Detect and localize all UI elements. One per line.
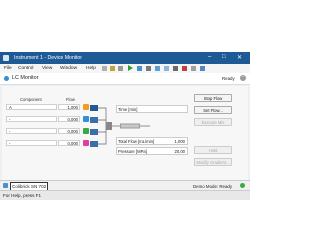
pipe-icon — [98, 107, 107, 145]
toolbar-icon[interactable] — [200, 66, 205, 71]
device-icon — [3, 183, 8, 188]
menu-help[interactable]: Help — [86, 66, 96, 71]
toolbar-icon[interactable] — [155, 66, 160, 71]
toolbar-icon[interactable] — [191, 66, 196, 71]
window-title: Instrument 1 - Device Monitor — [14, 55, 83, 61]
minimize-icon[interactable]: – — [208, 54, 211, 60]
toolbar-icon[interactable] — [146, 66, 151, 71]
collapse-icon[interactable]: ⌃ — [240, 75, 246, 81]
mixer-icon — [106, 122, 112, 130]
solvent-b-indicator — [83, 116, 89, 122]
solvent-a-indicator — [83, 104, 89, 110]
status-text: For Help, press F1 — [3, 193, 42, 198]
total-flow-field: Total Flow [mL/min] 1,000 — [116, 137, 188, 145]
toolbar-icon[interactable] — [110, 66, 115, 71]
solvent-c-indicator — [83, 128, 89, 134]
menu-file[interactable]: File — [4, 66, 12, 71]
modify-gradient-button[interactable]: Modify Gradient... — [194, 158, 232, 166]
component-cell[interactable]: - — [6, 128, 57, 134]
component-cell[interactable]: A — [6, 104, 57, 110]
menu-control[interactable]: Control — [18, 66, 33, 71]
pressure-field: Pressure [MPa] 20,00 — [116, 147, 188, 155]
component-header: Component — [20, 97, 42, 102]
component-cell[interactable]: - — [6, 116, 57, 122]
close-icon[interactable]: ✕ — [237, 54, 242, 61]
total-flow-label: Total Flow [mL/min] — [118, 139, 155, 144]
pressure-label: Pressure [MPa] — [118, 149, 147, 154]
pump-d-icon — [90, 141, 98, 147]
maximize-icon[interactable]: □ — [222, 54, 226, 60]
monitor-panel: Component Flow A 1,000 - 0,000 - 0,000 -… — [2, 86, 248, 180]
monitor-header: LC Monitor Ready ⌃ — [0, 73, 250, 85]
menu-window[interactable]: Window — [60, 66, 77, 71]
play-icon[interactable] — [128, 65, 133, 71]
app-icon — [3, 55, 9, 61]
flow-header: Flow — [66, 97, 75, 102]
set-flow-button[interactable]: Set Flow... — [194, 106, 232, 114]
stop-flow-button[interactable]: Stop Flow — [194, 94, 232, 102]
solvent-d-indicator — [83, 140, 89, 146]
pump-b-icon — [90, 117, 98, 123]
time-field: Time [min] — [116, 105, 188, 113]
execute-mix-button[interactable]: Execute Mix — [194, 118, 232, 126]
status-bar: For Help, press F1 — [0, 190, 250, 200]
pressure-value: 20,00 — [174, 149, 185, 154]
time-label: Time [min] — [118, 107, 138, 112]
menu-view[interactable]: View — [42, 66, 52, 71]
toolbar-icon[interactable] — [102, 66, 107, 71]
title-bar: Instrument 1 - Device Monitor – □ ✕ — [0, 52, 250, 64]
toolbar-icon[interactable] — [118, 66, 123, 71]
monitor-icon — [4, 76, 9, 81]
pump-a-icon — [90, 105, 98, 111]
flow-cell[interactable]: 0,000 — [58, 140, 80, 146]
flow-cell[interactable]: 1,000 — [58, 104, 80, 110]
flow-cell[interactable]: 0,000 — [58, 128, 80, 134]
total-flow-value: 1,000 — [174, 139, 185, 144]
toolbar-icon[interactable] — [182, 66, 187, 71]
device-mode: Demo Mode: Ready — [193, 183, 233, 189]
toolbar-icon[interactable] — [173, 66, 178, 71]
monitor-title: LC Monitor — [12, 75, 39, 81]
pump-c-icon — [90, 129, 98, 135]
flow-cell[interactable]: 0,000 — [58, 116, 80, 122]
toolbar-icon[interactable] — [137, 66, 142, 71]
component-cell[interactable]: - — [6, 140, 57, 146]
toolbar-icon[interactable] — [164, 66, 169, 71]
hold-button[interactable]: Hold — [194, 146, 232, 154]
monitor-status: Ready — [222, 76, 235, 81]
status-ok-icon — [240, 183, 245, 188]
